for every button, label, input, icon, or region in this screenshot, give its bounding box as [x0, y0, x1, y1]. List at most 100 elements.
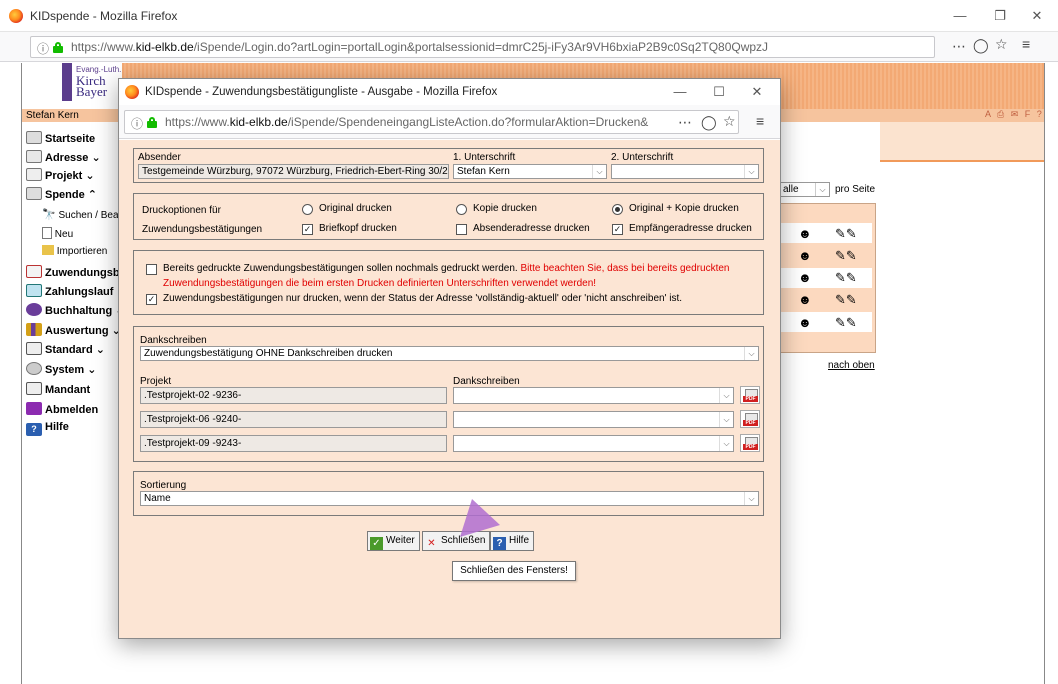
- cb-bereits-gedruckt-label[interactable]: Bereits gedruckte Zuwendungsbestätigunge…: [163, 263, 729, 274]
- pocket-icon[interactable]: ◯: [701, 114, 717, 131]
- person-icon[interactable]: ☻: [798, 292, 812, 307]
- popup-url-field[interactable]: ⓘ https://www.kid-elkb.de/iSpende/Spende…: [124, 110, 739, 134]
- warning-text-continued: Zuwendungsbestätigungen die beim ersten …: [163, 278, 597, 289]
- nav-neu[interactable]: Neu: [42, 227, 73, 240]
- projekt-field-3[interactable]: .Testprojekt-09 -9243-: [140, 435, 447, 452]
- nav-suchen[interactable]: 🔭 Suchen / Bearb: [42, 208, 127, 221]
- logout-icon: [26, 402, 42, 415]
- nav-mandant[interactable]: Mandant: [26, 382, 90, 396]
- pdf-icon[interactable]: PDF: [740, 386, 760, 404]
- menu-icon[interactable]: ≡: [756, 113, 764, 129]
- nav-auswertung[interactable]: Auswertung ⌄: [26, 323, 121, 337]
- bookmark-star-icon[interactable]: ☆: [723, 113, 736, 130]
- projekt-label: Projekt: [140, 376, 172, 387]
- chevron-down-icon: ⌵: [719, 436, 733, 451]
- popup-close-icon[interactable]: ✕: [742, 82, 772, 102]
- cb-absender[interactable]: [456, 224, 467, 235]
- nav-startseite[interactable]: Startseite: [26, 131, 95, 145]
- person-icon[interactable]: ☻: [798, 248, 812, 263]
- sortierung-select[interactable]: Name ⌵: [140, 491, 759, 506]
- table-row[interactable]: [780, 223, 872, 243]
- info-icon[interactable]: ⓘ: [131, 115, 143, 132]
- cb-status[interactable]: ✓: [146, 294, 157, 305]
- nav-adresse[interactable]: Adresse ⌄: [26, 150, 101, 164]
- edit-icon[interactable]: ✎✎: [835, 315, 857, 331]
- projekt-dank-select-2[interactable]: ⌵: [453, 411, 734, 428]
- cb-empfaenger[interactable]: ✓: [612, 224, 623, 235]
- restore-icon[interactable]: ❐: [985, 6, 1015, 26]
- header-tool-icons[interactable]: A ⎙ ✉ F ?: [985, 109, 1044, 120]
- cb-empfaenger-label[interactable]: Empfängeradresse drucken: [629, 223, 752, 234]
- projekt-dank-select-1[interactable]: ⌵: [453, 387, 734, 404]
- dankschreiben-select[interactable]: Zuwendungsbestätigung OHNE Dankschreiben…: [140, 346, 759, 361]
- edit-icon[interactable]: ✎✎: [835, 292, 857, 308]
- info-icon[interactable]: ⓘ: [37, 40, 49, 57]
- nav-system[interactable]: System ⌄: [26, 362, 96, 376]
- nav-zahlungslauf[interactable]: Zahlungslauf: [26, 284, 113, 298]
- person-icon[interactable]: ☻: [798, 270, 812, 285]
- nav-abmelden[interactable]: Abmelden: [26, 402, 98, 416]
- edit-icon[interactable]: ✎✎: [835, 226, 857, 242]
- table-row[interactable]: [780, 312, 872, 332]
- projekt-dank-select-3[interactable]: ⌵: [453, 435, 734, 452]
- nav-buchhaltung[interactable]: Buchhaltung ⌄: [26, 303, 125, 317]
- edit-icon[interactable]: ✎✎: [835, 270, 857, 286]
- projekt-field-2[interactable]: .Testprojekt-06 -9240-: [140, 411, 447, 428]
- pdf-icon[interactable]: PDF: [740, 434, 760, 452]
- minimize-icon[interactable]: —: [945, 6, 975, 26]
- cb-briefkopf[interactable]: ✓: [302, 224, 313, 235]
- radio-original-kopie[interactable]: [612, 204, 623, 215]
- person-icon[interactable]: ☻: [798, 226, 812, 241]
- main-url-field[interactable]: ⓘ https://www.kid-elkb.de/iSpende/Login.…: [30, 36, 935, 58]
- nav-hilfe[interactable]: ? Hilfe: [26, 421, 69, 436]
- nav-zuwendungsbestaetigung[interactable]: Zuwendungsbe: [26, 265, 126, 279]
- more-icon[interactable]: ⋯: [952, 38, 966, 55]
- content-header-line: [880, 160, 1044, 162]
- sortierung-section: Sortierung Name ⌵: [133, 471, 764, 516]
- nav-spende[interactable]: Spende ⌃: [26, 187, 97, 201]
- menu-icon[interactable]: ≡: [1022, 36, 1030, 52]
- unterschrift1-select[interactable]: Stefan Kern ⌵: [453, 164, 607, 179]
- cb-briefkopf-label[interactable]: Briefkopf drucken: [319, 223, 397, 234]
- radio-original[interactable]: [302, 204, 313, 215]
- radio-original-kopie-label[interactable]: Original + Kopie drucken: [629, 203, 739, 214]
- main-url-toolbar: ⓘ https://www.kid-elkb.de/iSpende/Login.…: [0, 32, 1058, 62]
- back-to-top-link[interactable]: nach oben: [828, 360, 875, 371]
- chevron-down-icon: ⌵: [719, 412, 733, 427]
- popup-maximize-icon[interactable]: ☐: [704, 82, 734, 102]
- nav-projekt[interactable]: Projekt ⌄: [26, 168, 95, 182]
- mouse-cursor-icon: [460, 499, 500, 537]
- table-row[interactable]: [780, 268, 872, 288]
- unterschrift2-select[interactable]: ⌵: [611, 164, 759, 179]
- chevron-down-icon: ⌵: [744, 347, 758, 360]
- nav-standard[interactable]: Standard ⌄: [26, 342, 105, 356]
- unterschrift2-label: 2. Unterschrift: [611, 152, 674, 163]
- person-icon[interactable]: ☻: [798, 315, 812, 330]
- pocket-icon[interactable]: ◯: [973, 37, 989, 54]
- pdf-icon[interactable]: PDF: [740, 410, 760, 428]
- client-icon: [26, 382, 42, 395]
- edit-icon[interactable]: ✎✎: [835, 248, 857, 264]
- absender-field[interactable]: Testgemeinde Würzburg, 97072 Würzburg, F…: [138, 164, 449, 179]
- radio-kopie[interactable]: [456, 204, 467, 215]
- close-x-icon: ✕: [427, 538, 436, 549]
- payment-icon: [26, 284, 42, 297]
- per-page-select[interactable]: alle ⌵: [780, 182, 830, 197]
- cb-absender-label[interactable]: Absenderadresse drucken: [473, 223, 590, 234]
- certificate-icon: [26, 265, 42, 278]
- lock-icon[interactable]: [147, 117, 157, 128]
- radio-original-label[interactable]: Original drucken: [319, 203, 392, 214]
- firefox-logo-icon: [125, 85, 139, 99]
- cb-status-label[interactable]: Zuwendungsbestätigungen nur drucken, wen…: [163, 293, 682, 304]
- bookmark-star-icon[interactable]: ☆: [995, 36, 1008, 53]
- close-icon[interactable]: ✕: [1022, 6, 1052, 26]
- nav-importieren[interactable]: Importieren: [42, 245, 107, 257]
- weiter-button[interactable]: ✓ Weiter: [367, 531, 420, 551]
- more-icon[interactable]: ⋯: [678, 114, 692, 131]
- projekt-field-1[interactable]: .Testprojekt-02 -9236-: [140, 387, 447, 404]
- cb-bereits-gedruckt[interactable]: [146, 264, 157, 275]
- page-left-margin: [0, 63, 22, 684]
- popup-minimize-icon[interactable]: —: [665, 82, 695, 102]
- lock-icon[interactable]: [53, 42, 63, 53]
- radio-kopie-label[interactable]: Kopie drucken: [473, 203, 537, 214]
